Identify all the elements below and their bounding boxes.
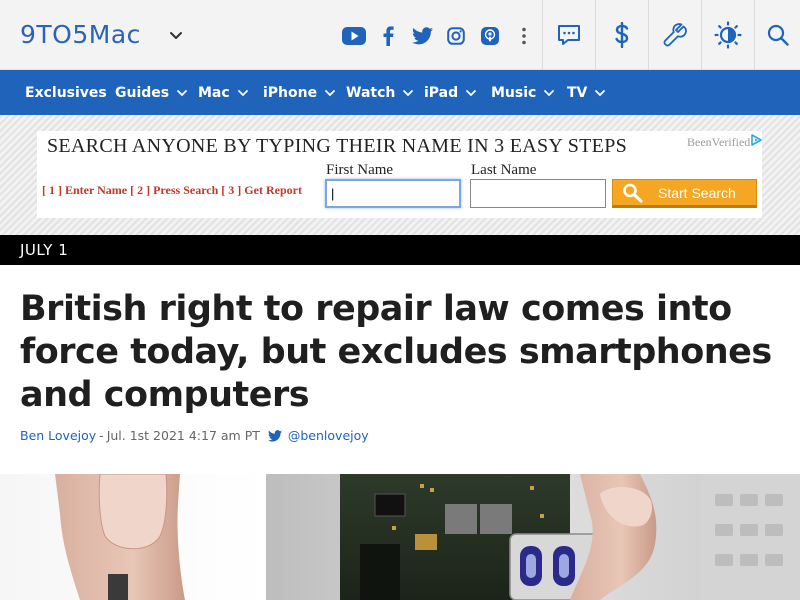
nav-item-tv[interactable]: TV xyxy=(567,70,606,115)
youtube-icon[interactable] xyxy=(341,24,367,48)
hero-image xyxy=(0,474,800,600)
article-timestamp: Jul. 1st 2021 4:17 am PT xyxy=(106,428,260,443)
dollar-icon xyxy=(615,22,629,48)
ad-brand: BeenVerified xyxy=(687,135,751,149)
chevron-down-icon[interactable] xyxy=(166,25,186,45)
more-icon[interactable] xyxy=(514,24,534,48)
nav-item-iphone[interactable]: iPhone xyxy=(263,70,336,115)
nav-item-exclusives[interactable]: Exclusives xyxy=(25,70,107,115)
search-icon xyxy=(623,183,643,203)
date-bar: JULY 1 xyxy=(0,235,800,265)
site-logo[interactable]: 9TO5Mac xyxy=(20,20,141,50)
adchoices-icon[interactable] xyxy=(749,133,763,152)
article-date: JULY 1 xyxy=(20,241,69,259)
facebook-icon[interactable] xyxy=(378,24,398,48)
chevron-down-icon xyxy=(237,89,248,96)
nav-item-label: Watch xyxy=(346,84,396,101)
search-icon xyxy=(767,24,789,46)
author-twitter-link[interactable]: @benlovejoy xyxy=(260,428,369,443)
twitter-handle: @benlovejoy xyxy=(287,428,369,443)
site-header: 9TO5Mac xyxy=(0,0,800,70)
byline-separator: - xyxy=(99,428,104,443)
brightness-icon xyxy=(714,21,742,49)
article-headline: British right to repair law comes into f… xyxy=(20,289,772,415)
podcast-icon[interactable] xyxy=(479,24,501,48)
first-name-input[interactable] xyxy=(325,179,461,208)
search-button[interactable] xyxy=(754,0,800,70)
nav-item-guides[interactable]: Guides xyxy=(115,70,188,115)
ad-steps: [ 1 ] Enter Name [ 2 ] Press Search [ 3 … xyxy=(42,183,302,197)
chevron-down-icon xyxy=(466,89,477,96)
twitter-icon[interactable] xyxy=(411,24,433,48)
tools-button[interactable] xyxy=(648,0,701,70)
author-link[interactable]: Ben Lovejoy xyxy=(20,428,96,443)
advertisement-band: SEARCH ANYONE BY TYPING THEIR NAME IN 3 … xyxy=(0,115,800,235)
deals-button[interactable] xyxy=(595,0,648,70)
chevron-down-icon xyxy=(403,89,414,96)
theme-toggle-button[interactable] xyxy=(701,0,754,70)
nav-item-label: Exclusives xyxy=(25,84,107,101)
nav-item-label: TV xyxy=(567,84,588,101)
nav-item-label: Music xyxy=(491,84,537,101)
comments-button[interactable] xyxy=(542,0,595,70)
start-search-button[interactable]: Start Search xyxy=(612,179,757,208)
nav-item-label: Mac xyxy=(198,84,230,101)
byline: Ben Lovejoy - Jul. 1st 2021 4:17 am PT @… xyxy=(20,428,369,443)
chevron-down-icon xyxy=(177,89,188,96)
nav-item-label: Guides xyxy=(115,84,170,101)
nav-item-music[interactable]: Music xyxy=(491,70,555,115)
nav-item-ipad[interactable]: iPad xyxy=(424,70,477,115)
main-nav: Exclusives Guides Mac iPhone Watch iPad … xyxy=(0,70,800,115)
chevron-down-icon xyxy=(595,89,606,96)
instagram-icon[interactable] xyxy=(445,24,467,48)
nav-item-mac[interactable]: Mac xyxy=(198,70,249,115)
first-name-label: First Name xyxy=(326,162,394,178)
chevron-down-icon xyxy=(544,89,555,96)
nav-item-watch[interactable]: Watch xyxy=(346,70,414,115)
chevron-down-icon xyxy=(325,89,336,96)
nav-item-label: iPhone xyxy=(263,84,318,101)
advertisement[interactable]: SEARCH ANYONE BY TYPING THEIR NAME IN 3 … xyxy=(37,131,762,218)
comments-icon xyxy=(558,25,580,45)
last-name-label: Last Name xyxy=(471,162,537,178)
ad-headline: SEARCH ANYONE BY TYPING THEIR NAME IN 3 … xyxy=(47,135,628,157)
wrench-icon xyxy=(663,23,687,47)
nav-item-label: iPad xyxy=(424,84,459,101)
last-name-input[interactable] xyxy=(470,179,606,208)
start-search-label: Start Search xyxy=(658,184,736,201)
twitter-icon xyxy=(267,429,282,442)
